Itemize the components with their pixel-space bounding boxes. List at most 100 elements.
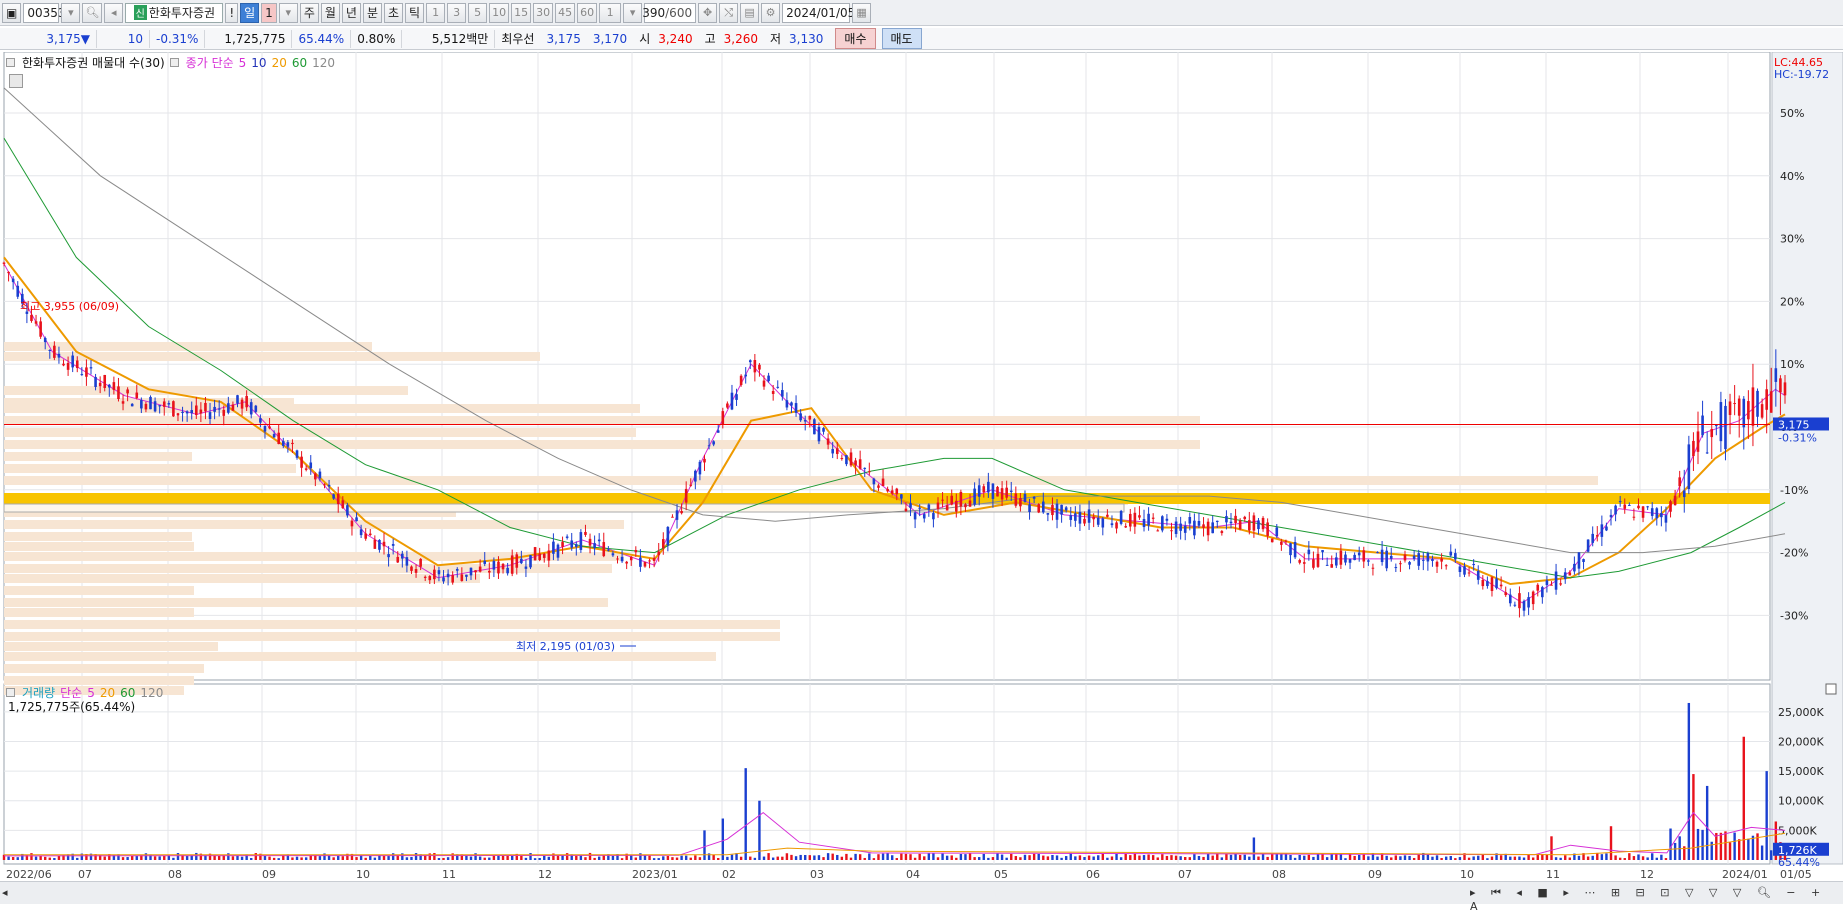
candle-body [1545,580,1549,585]
interval-30[interactable]: 30 [533,2,554,23]
y-tick-label: 40% [1780,170,1804,183]
interval-10[interactable]: 10 [489,2,510,23]
volume-bar [1687,702,1691,860]
candle-body [932,513,935,520]
volume-bar [176,853,180,860]
volume-bar [1032,853,1036,860]
gear-icon[interactable]: ⚙ [761,2,781,23]
candle-body [140,400,143,409]
playback-controls[interactable]: ▸ ⏮ ◂ ■ ▸ ⋯ ⊞ ⊟ ⊡ ▽ ▽ ▽ 🔍︎ − + A [1470,886,1843,913]
interval-5[interactable]: 5 [468,2,488,23]
candle-body [1623,504,1627,509]
stock-name-field[interactable]: 신 한화투자증권 [125,2,224,23]
volume-bar [904,853,908,860]
interval-15[interactable]: 15 [511,2,532,23]
calendar-icon[interactable]: ▦ [852,2,872,23]
sell-button[interactable]: 매도 [881,28,922,49]
volume-bar [694,855,697,860]
candle-body [1641,506,1645,518]
save-icon[interactable]: ▤ [740,2,760,23]
interval-dropdown-icon[interactable]: ▾ [623,2,643,23]
period-year-button[interactable]: 년 [341,2,361,23]
crosshair-icon[interactable]: ⤭ [719,2,739,23]
candle-body [840,458,844,460]
search-icon[interactable]: 🔍︎ [82,2,103,23]
ma-toggle-icon[interactable] [169,58,179,67]
period-month-button[interactable]: 월 [320,2,340,23]
period-dropdown-icon[interactable]: ▾ [278,2,298,23]
candle-body [1376,552,1379,554]
period-day-button[interactable]: 일 [240,2,260,23]
candle-body [291,442,294,445]
candle-body [158,405,161,407]
candle-body [799,413,802,421]
interval-1[interactable]: 1 [426,2,446,23]
alert-button[interactable]: ! [225,2,239,23]
period-tick-button[interactable]: 틱 [405,2,425,23]
candle-body [1307,549,1311,555]
volume-bar [263,855,267,860]
speaker-icon[interactable]: ◂ [104,2,124,23]
x-axis-label: 03 [810,868,824,881]
volume-profile-band [4,642,218,651]
date-input[interactable]: 2024/01/05 [782,2,855,23]
volume-bar [153,856,157,860]
volume-bar [1628,853,1631,860]
trade-amount: 5,512백만 [402,29,496,48]
volume-bar [1051,854,1054,860]
interval-3[interactable]: 3 [447,2,467,23]
candle-body [561,542,564,547]
volume-bar [854,853,857,860]
volume-bar [877,854,880,860]
period-minute-button[interactable]: 분 [362,2,382,23]
period-num-input[interactable]: 1 [261,2,277,23]
volume-bar [611,856,615,860]
period-second-button[interactable]: 초 [384,2,404,23]
current-pct-label: -0.31% [1778,431,1817,444]
volume-bar [739,856,743,860]
interval-input[interactable]: 1 [599,2,622,23]
candle-body [675,510,679,520]
candle-body [1344,554,1347,563]
volume-bar [1206,853,1210,860]
candle-body [62,363,65,366]
volume-profile-band [4,586,194,595]
volume-bar [964,854,967,860]
volume-bar [1193,854,1196,860]
candle-body [1174,521,1178,534]
stock-name: 한화투자증권 [148,6,216,20]
volume-bar [1042,855,1045,860]
stock-chart[interactable]: 50%40%30%20%10%0%-10%-20%-30%25,000K20,0… [0,52,1843,881]
buy-button[interactable]: 매수 [835,28,876,49]
panel-menu-icon[interactable] [9,74,23,88]
volume-bar [437,858,441,860]
candle-body [964,504,967,508]
bar-count-input[interactable]: 390/600 [642,2,697,23]
volume-bar [923,856,926,860]
interval-60[interactable]: 60 [577,2,598,23]
scroll-left-icon[interactable]: ◂ [2,886,8,899]
max-price-label: 최고 3,955 (06/09) [20,300,119,313]
volume-bar [698,857,702,860]
code-dropdown-icon[interactable]: ▾ [61,2,81,23]
candle-body [1060,504,1063,515]
legend-toggle-icon[interactable] [6,58,15,67]
candle-body [1435,561,1439,567]
interval-45[interactable]: 45 [555,2,576,23]
period-week-button[interactable]: 주 [299,2,319,23]
volume-toggle-icon[interactable] [6,688,15,697]
volume-bar [1014,856,1018,860]
price-panel [3,52,1771,681]
candle-body [597,539,601,542]
candle-body [7,271,10,274]
candle-body [895,488,899,495]
volume-bar [1124,853,1127,860]
tool-icon[interactable]: ✥ [698,2,718,23]
horizontal-scrollbar[interactable]: ◂ ▸ ⏮ ◂ ■ ▸ ⋯ ⊞ ⊟ ⊡ ▽ ▽ ▽ 🔍︎ − + A [0,881,1843,913]
volume-bar [1064,856,1068,860]
volume-bar [1760,845,1764,860]
window-icon[interactable]: ▣ [2,2,22,23]
volume-bar [291,857,294,860]
stock-code-input[interactable]: 003530 [23,2,73,23]
volume-bar [1046,856,1050,860]
